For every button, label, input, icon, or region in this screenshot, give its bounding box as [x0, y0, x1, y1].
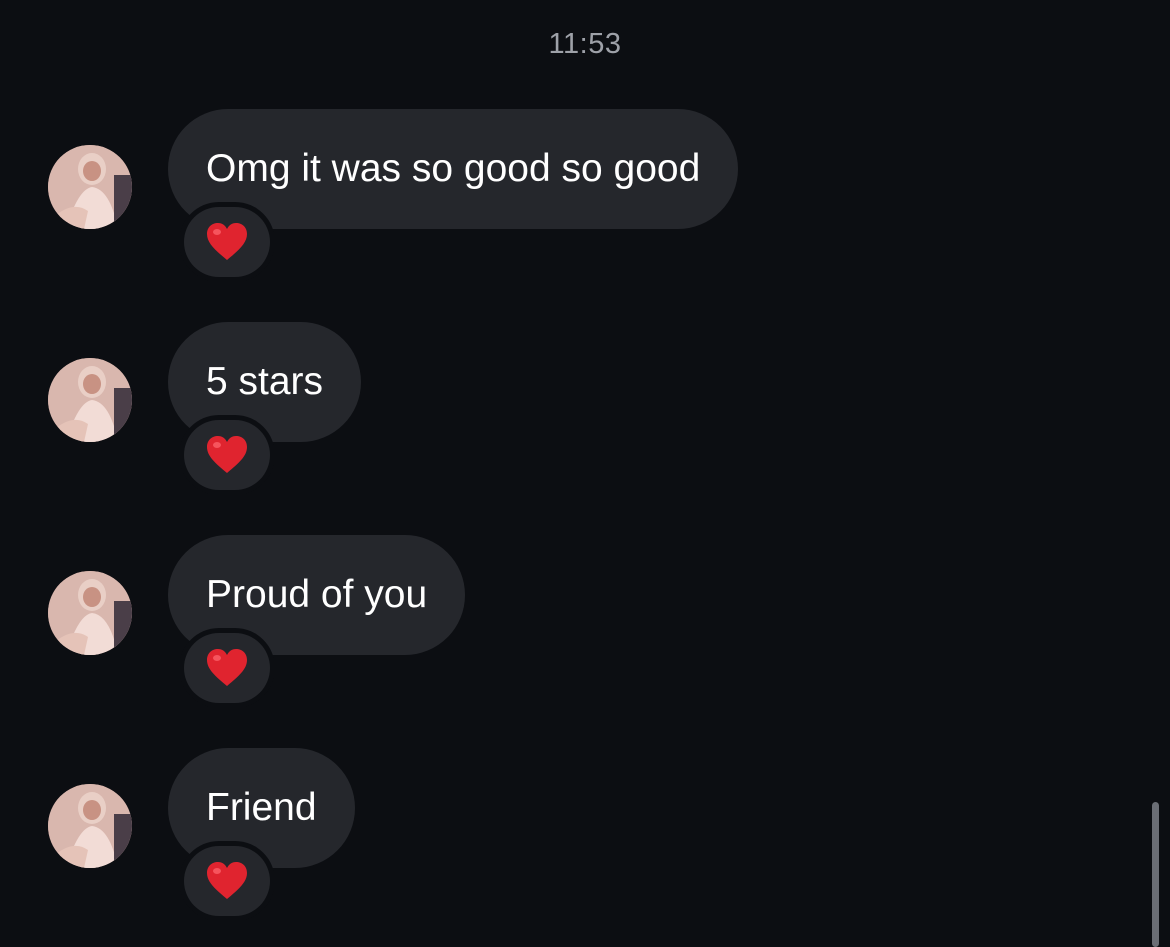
reaction-badge[interactable]: [179, 202, 275, 282]
avatar[interactable]: [48, 784, 132, 868]
avatar-image: [48, 571, 132, 655]
avatar[interactable]: [48, 145, 132, 229]
avatar[interactable]: [48, 358, 132, 442]
message-timestamp: 11:53: [548, 28, 622, 60]
avatar-image: [48, 145, 132, 229]
message-row: Proud of you: [0, 535, 1100, 715]
heart-emoji-icon: [207, 436, 247, 473]
scrollbar[interactable]: [1152, 802, 1159, 947]
heart-emoji-icon: [207, 223, 247, 260]
avatar-image: [48, 358, 132, 442]
message-row: Friend: [0, 748, 1100, 928]
message-row: 5 stars: [0, 322, 1100, 502]
reaction-badge[interactable]: [179, 628, 275, 708]
avatar[interactable]: [48, 571, 132, 655]
message-row: Omg it was so good so good: [0, 109, 1100, 289]
reaction-badge[interactable]: [179, 841, 275, 921]
chat-thread: 11:53 Omg it was so good so good 5 stars…: [0, 0, 1170, 947]
reaction-badge[interactable]: [179, 415, 275, 495]
avatar-image: [48, 784, 132, 868]
heart-emoji-icon: [207, 649, 247, 686]
heart-emoji-icon: [207, 862, 247, 899]
